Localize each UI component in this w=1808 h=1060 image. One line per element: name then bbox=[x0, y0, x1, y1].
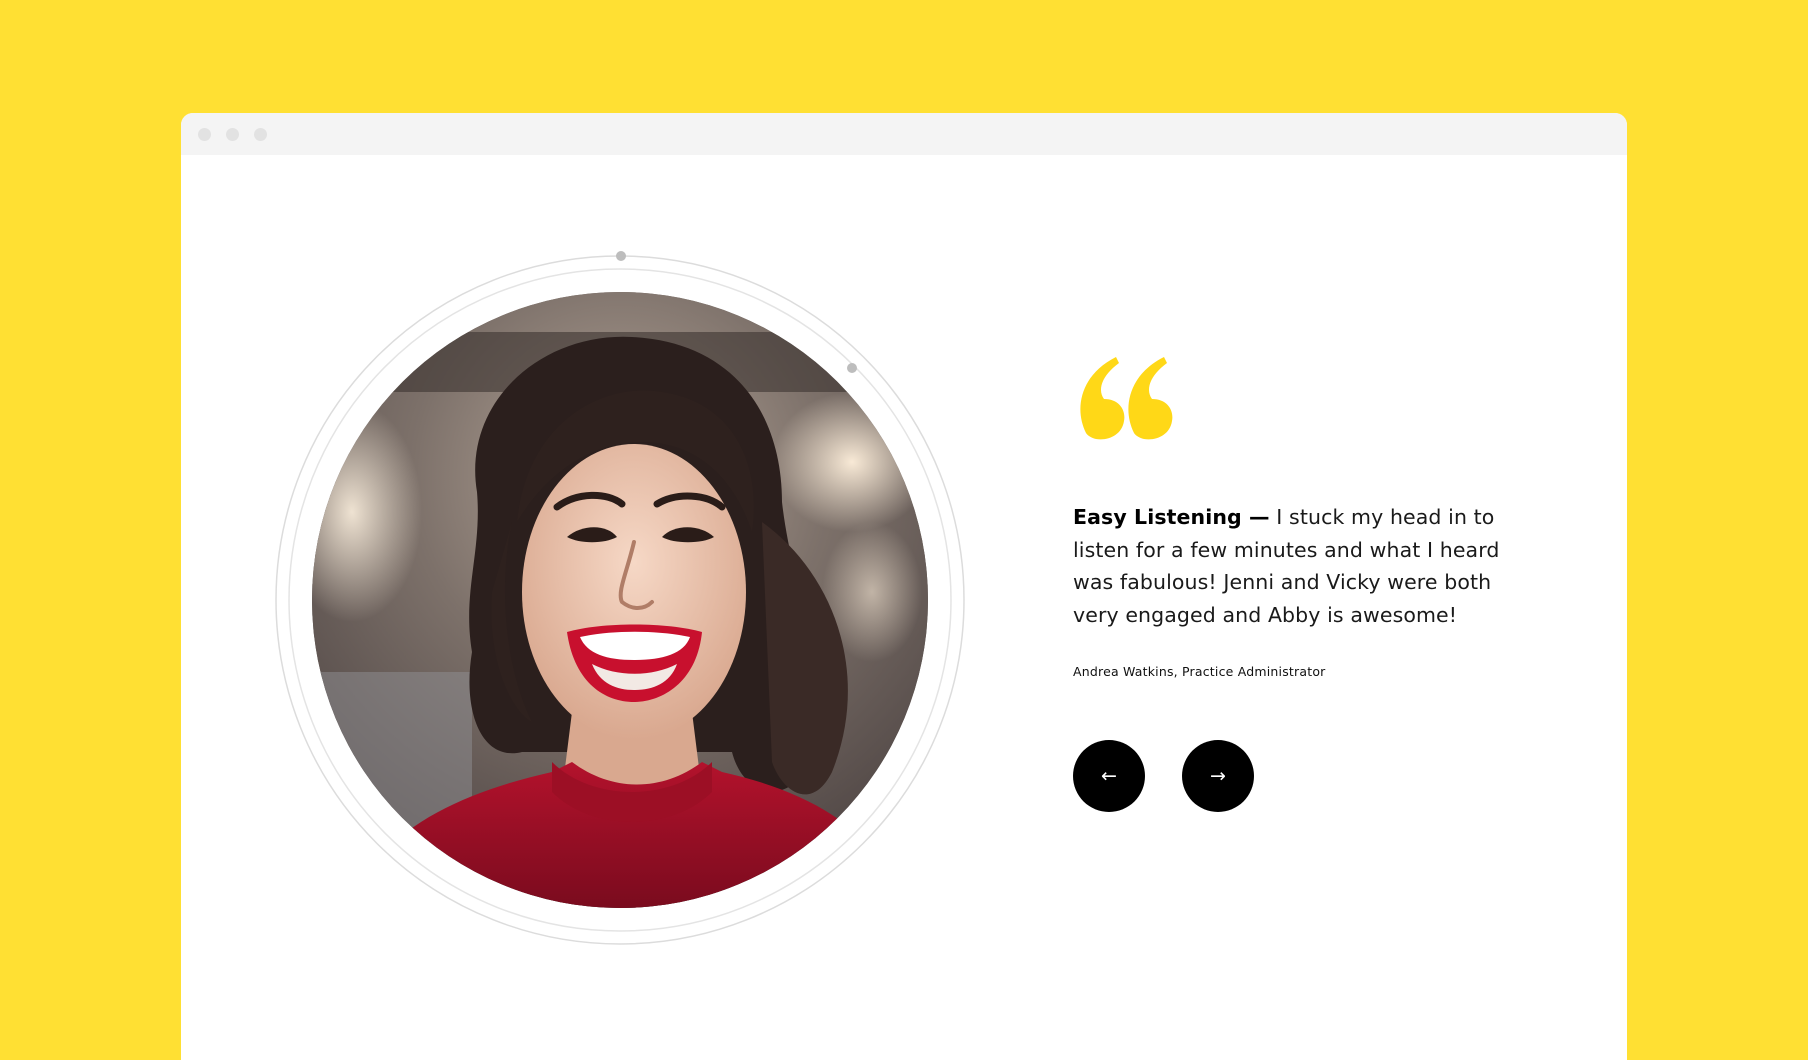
next-testimonial-button[interactable]: → bbox=[1182, 740, 1254, 812]
testimonial-quote: Easy Listening — I stuck my head in to l… bbox=[1073, 501, 1543, 631]
previous-testimonial-button[interactable]: ← bbox=[1073, 740, 1145, 812]
portrait-photo bbox=[312, 292, 928, 908]
window-close-dot[interactable] bbox=[198, 128, 211, 141]
ring-dot-right bbox=[847, 363, 857, 373]
window-maximize-dot[interactable] bbox=[254, 128, 267, 141]
browser-window: Easy Listening — I stuck my head in to l… bbox=[181, 113, 1627, 1060]
arrow-right-icon: → bbox=[1210, 765, 1226, 787]
quote-mark-icon bbox=[1080, 357, 1173, 440]
testimonial-headline: Easy Listening — bbox=[1073, 505, 1270, 529]
testimonial-section: Easy Listening — I stuck my head in to l… bbox=[181, 155, 1627, 1060]
window-minimize-dot[interactable] bbox=[226, 128, 239, 141]
window-titlebar bbox=[181, 113, 1627, 155]
ring-dot-top bbox=[616, 251, 626, 261]
portrait-illustration bbox=[312, 292, 928, 908]
arrow-left-icon: ← bbox=[1101, 765, 1117, 787]
testimonial-author: Andrea Watkins, Practice Administrator bbox=[1073, 664, 1326, 679]
